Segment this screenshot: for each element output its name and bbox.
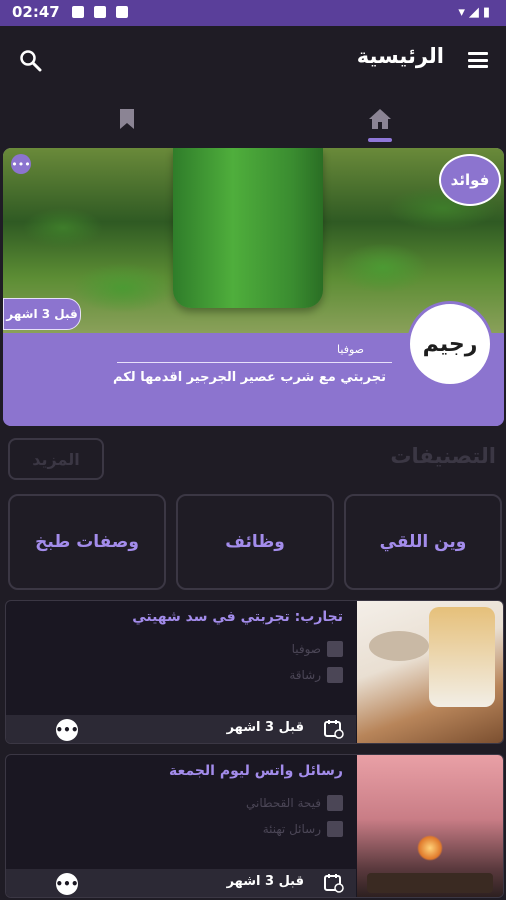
image-icon — [94, 6, 106, 18]
featured-time: قبل 3 اشهر — [3, 298, 81, 330]
more-options-icon[interactable]: ••• — [56, 719, 79, 741]
article-author-row: فيحة القحطاني — [246, 795, 343, 811]
status-bar: 02:47 ▾◢▮ — [0, 0, 506, 26]
featured-author: صوفيا — [337, 343, 364, 356]
article-tag-row: رسائل تهنئة — [263, 821, 343, 837]
featured-image-glass — [173, 148, 323, 308]
article-card[interactable]: رسائل واتس ليوم الجمعة فيحة القحطاني رسا… — [5, 754, 504, 898]
more-button[interactable]: المزيد — [8, 438, 104, 480]
article-thumbnail — [357, 755, 503, 897]
article-tag[interactable]: رشاقة — [289, 668, 321, 682]
user-icon — [327, 795, 343, 811]
article-author: فيحة القحطاني — [246, 796, 321, 810]
featured-title[interactable]: تجربتي مع شرب عصير الجرجير اقدمها لكم — [113, 370, 386, 385]
app-bar: الرئيسية — [0, 26, 506, 96]
menu-icon[interactable] — [468, 52, 488, 68]
article-thumbnail — [357, 601, 503, 743]
user-icon — [327, 641, 343, 657]
site-logo: رجيم — [407, 301, 493, 387]
tag-icon — [327, 821, 343, 837]
article-author: صوفيا — [291, 642, 321, 656]
calendar-icon — [324, 720, 344, 739]
divider — [117, 362, 392, 363]
page-title: الرئيسية — [356, 44, 444, 68]
home-icon[interactable] — [368, 108, 392, 130]
article-footer: قبل 3 اشهر ••• — [6, 715, 356, 743]
article-author-row: صوفيا — [292, 641, 343, 657]
category-badge[interactable]: فوائد — [439, 154, 501, 206]
category-card[interactable]: وظائف — [176, 494, 334, 590]
more-options-icon[interactable]: ••• — [11, 154, 31, 174]
more-options-icon[interactable]: ••• — [56, 873, 79, 895]
article-date: قبل 3 اشهر — [226, 874, 304, 889]
tab-bar — [0, 96, 506, 142]
tab-indicator — [368, 138, 392, 142]
article-tag-row: رشاقة — [289, 667, 343, 683]
featured-article-card[interactable]: ••• فوائد قبل 3 اشهر صوفيا تجربتي مع شرب… — [3, 148, 504, 426]
bookmark-icon[interactable] — [118, 108, 136, 130]
status-time: 02:47 — [12, 3, 60, 21]
notification-icon-2 — [116, 6, 128, 18]
article-title[interactable]: رسائل واتس ليوم الجمعة — [169, 763, 343, 779]
article-card[interactable]: تجارب: تجربتي في سد شهيتي صوفيا رشاقة قب… — [5, 600, 504, 744]
article-date: قبل 3 اشهر — [226, 720, 304, 735]
category-card[interactable]: وين اللقي — [344, 494, 502, 590]
search-icon[interactable] — [18, 48, 42, 72]
article-tag[interactable]: رسائل تهنئة — [263, 822, 321, 836]
category-card[interactable]: وصفات طبخ — [8, 494, 166, 590]
article-footer: قبل 3 اشهر ••• — [6, 869, 356, 897]
article-title[interactable]: تجارب: تجربتي في سد شهيتي — [132, 609, 343, 625]
calendar-icon — [324, 874, 344, 893]
categories-heading: التصنيفات — [390, 444, 496, 468]
signal-battery-icons: ▾◢▮ — [458, 5, 494, 20]
notification-icon — [72, 6, 84, 18]
tag-icon — [327, 667, 343, 683]
